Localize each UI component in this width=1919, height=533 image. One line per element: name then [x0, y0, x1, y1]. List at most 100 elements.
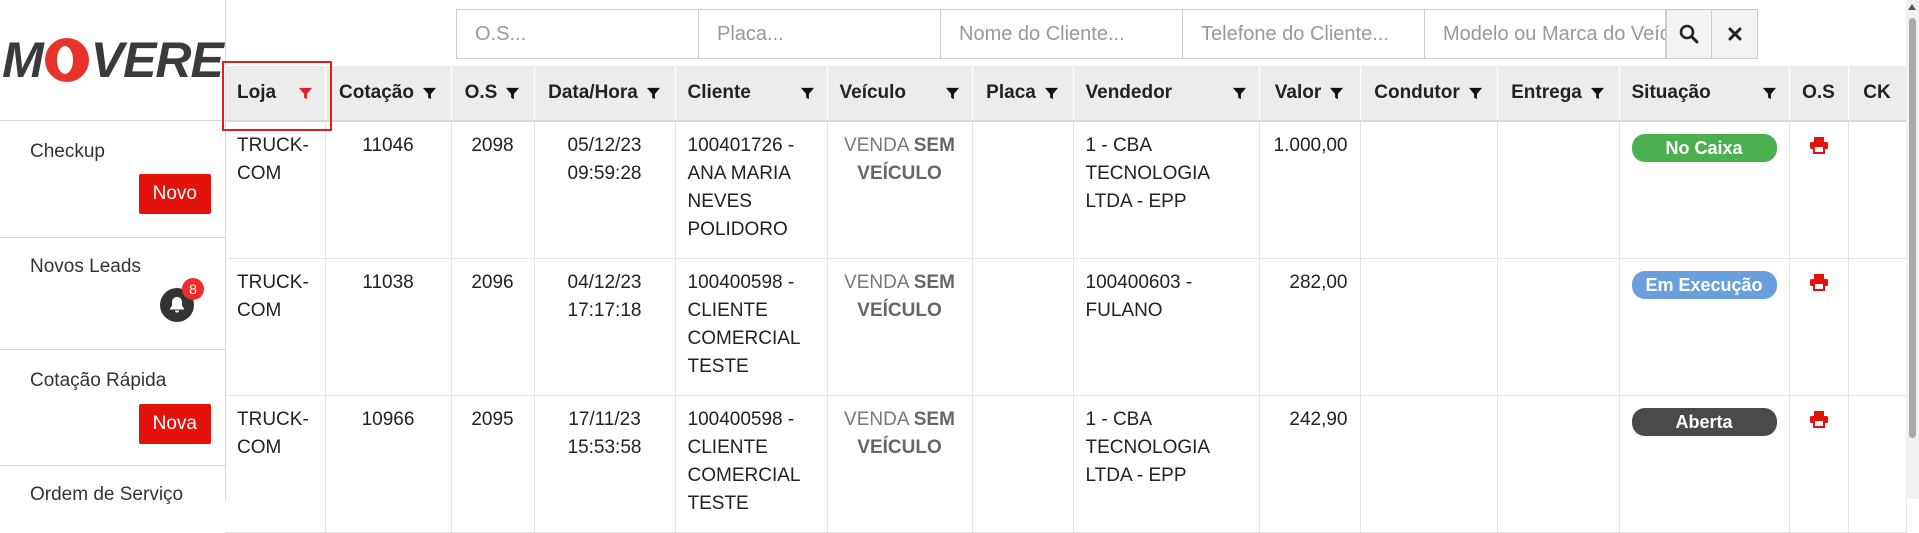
cell-veiculo: VENDA SEM VEÍCULO: [827, 395, 973, 533]
cell-condutor: [1360, 258, 1498, 396]
col-header-valor[interactable]: Valor: [1259, 66, 1361, 122]
printer-icon[interactable]: [1809, 273, 1829, 291]
col-header-cliente[interactable]: Cliente: [675, 66, 828, 122]
sidebar-item-ordem-servico[interactable]: Ordem de Serviço: [0, 466, 225, 526]
cell-placa: [972, 121, 1074, 259]
telefone-search-input[interactable]: Telefone do Cliente...: [1182, 9, 1424, 59]
col-header-cotacao[interactable]: Cotação: [325, 66, 452, 122]
cell-ck: [1848, 121, 1907, 259]
cell-situacao: No Caixa: [1619, 121, 1790, 259]
search-button[interactable]: [1666, 9, 1712, 59]
filter-icon[interactable]: [1762, 86, 1777, 101]
cell-cotacao: 11038: [325, 258, 452, 396]
cell-print[interactable]: [1789, 121, 1849, 259]
clear-search-button[interactable]: [1712, 9, 1758, 59]
filter-icon[interactable]: [1044, 86, 1059, 101]
cell-os: 2095: [451, 395, 535, 533]
cell-valor: 242,90: [1259, 395, 1361, 533]
cell-placa: [972, 395, 1074, 533]
cell-veiculo: VENDA SEM VEÍCULO: [827, 121, 973, 259]
filter-icon[interactable]: [1468, 86, 1483, 101]
col-header-data-hora[interactable]: Data/Hora: [534, 66, 676, 122]
close-icon: [1728, 27, 1741, 41]
cell-entrega: [1497, 258, 1620, 396]
sidebar-item-label: Checkup: [30, 141, 105, 162]
cell-ck: [1848, 258, 1907, 396]
cell-os: 2096: [451, 258, 535, 396]
cell-vendedor: 100400603 - FULANO: [1073, 258, 1260, 396]
cell-cliente: 100400598 - CLIENTE COMERCIAL TESTE: [675, 395, 828, 533]
sidebar-item-novos-leads[interactable]: Novos Leads 8: [0, 238, 225, 350]
col-header-loja[interactable]: Loja: [225, 66, 326, 122]
filter-active-icon[interactable]: [298, 86, 313, 101]
cotacao-new-button[interactable]: Nova: [138, 404, 211, 444]
col-header-veiculo[interactable]: Veículo: [827, 66, 973, 122]
filter-icon[interactable]: [1232, 86, 1247, 101]
cell-data-hora: 05/12/23 09:59:28: [534, 121, 676, 259]
col-header-condutor[interactable]: Condutor: [1360, 66, 1498, 122]
scroll-up-arrow-icon[interactable]: [1908, 4, 1916, 10]
orders-table: Loja Cotação O.S Data/Hora Cliente Veícu…: [225, 66, 1907, 533]
logo-text-left: M: [2, 32, 44, 88]
cliente-search-input[interactable]: Nome do Cliente...: [940, 9, 1182, 59]
filter-icon[interactable]: [1590, 86, 1605, 101]
status-badge: No Caixa: [1631, 134, 1777, 162]
cell-entrega: [1497, 395, 1620, 533]
table-row[interactable]: TRUCK-COM 11038 2096 04/12/23 17:17:18 10…: [225, 258, 1907, 396]
cell-os: 2098: [451, 121, 535, 259]
cell-time: 09:59:28: [567, 163, 642, 184]
cell-ck: [1848, 395, 1907, 533]
filter-icon[interactable]: [505, 86, 520, 101]
vertical-scrollbar[interactable]: [1906, 0, 1919, 499]
cell-entrega: [1497, 121, 1620, 259]
placa-search-input[interactable]: Placa...: [698, 9, 940, 59]
notification-count-badge: 8: [182, 278, 204, 300]
modelo-search-input[interactable]: Modelo ou Marca do Veículo...: [1424, 9, 1666, 59]
scrollbar-thumb[interactable]: [1909, 18, 1916, 438]
cell-cotacao: 10966: [325, 395, 452, 533]
sidebar-item-label: Ordem de Serviço: [30, 484, 184, 505]
cell-loja: TRUCK-COM: [225, 258, 326, 396]
cell-print[interactable]: [1789, 258, 1849, 396]
brand-logo[interactable]: M VERE: [0, 0, 225, 121]
sidebar-item-label: Cotação Rápida: [30, 370, 167, 391]
table-row[interactable]: TRUCK-COM 10966 2095 17/11/23 15:53:58 10…: [225, 395, 1907, 533]
cell-date: 04/12/23: [567, 272, 642, 293]
logo-text: M VERE: [2, 31, 224, 89]
filter-icon[interactable]: [800, 86, 815, 101]
cell-cliente: 100400598 - CLIENTE COMERCIAL TESTE: [675, 258, 828, 396]
col-header-os[interactable]: O.S: [451, 66, 535, 122]
sidebar-item-checkup: Checkup Novo: [0, 121, 225, 238]
checkup-new-button[interactable]: Novo: [138, 174, 211, 214]
cell-print[interactable]: [1789, 395, 1849, 533]
filter-icon[interactable]: [945, 86, 960, 101]
cell-vendedor: 1 - CBA TECNOLOGIA LTDA - EPP: [1073, 121, 1260, 259]
filter-icon[interactable]: [1329, 86, 1344, 101]
logo-wheel-icon: [44, 38, 89, 82]
search-icon: [1679, 24, 1699, 44]
status-badge: Em Execução: [1631, 271, 1777, 299]
col-header-entrega[interactable]: Entrega: [1497, 66, 1620, 122]
cell-condutor: [1360, 121, 1498, 259]
cell-valor: 282,00: [1259, 258, 1361, 396]
cell-cotacao: 11046: [325, 121, 452, 259]
printer-icon[interactable]: [1809, 136, 1829, 154]
filter-icon[interactable]: [422, 86, 437, 101]
col-header-os-print: O.S: [1789, 66, 1849, 122]
os-search-input[interactable]: O.S...: [456, 9, 698, 59]
search-bar: O.S... Placa... Nome do Cliente... Telef…: [456, 9, 1758, 59]
sidebar: M VERE Checkup Novo Novos Leads 8 Cotaçã…: [0, 0, 226, 505]
col-header-vendedor[interactable]: Vendedor: [1073, 66, 1260, 122]
cell-date: 05/12/23: [567, 135, 642, 156]
col-header-placa[interactable]: Placa: [972, 66, 1074, 122]
table-row[interactable]: TRUCK-COM 11046 2098 05/12/23 09:59:28 10…: [225, 121, 1907, 259]
filter-icon[interactable]: [646, 86, 661, 101]
cell-date: 17/11/23: [568, 409, 641, 430]
cell-data-hora: 04/12/23 17:17:18: [534, 258, 676, 396]
cell-valor: 1.000,00: [1259, 121, 1361, 259]
col-header-situacao[interactable]: Situação: [1619, 66, 1790, 122]
table-header-row: Loja Cotação O.S Data/Hora Cliente Veícu…: [225, 66, 1907, 122]
printer-icon[interactable]: [1809, 410, 1829, 428]
cell-loja: TRUCK-COM: [225, 395, 326, 533]
cell-time: 17:17:18: [567, 300, 642, 321]
